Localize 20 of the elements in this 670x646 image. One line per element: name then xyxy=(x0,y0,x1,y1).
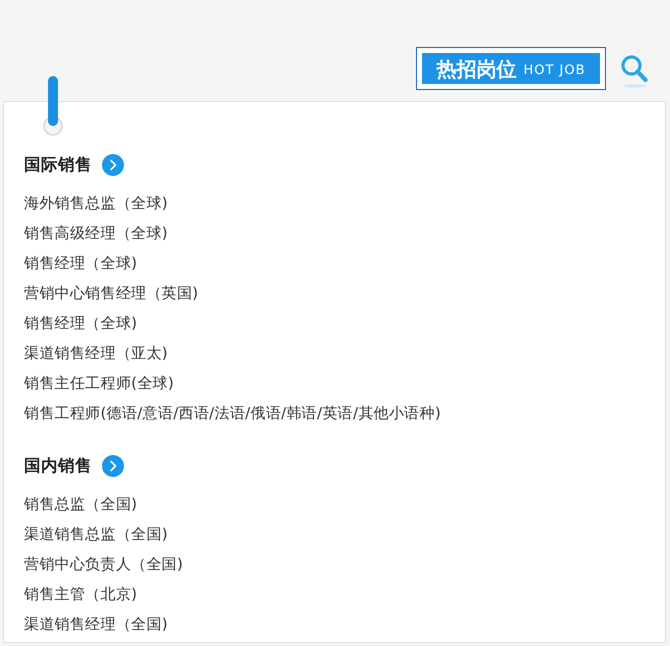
banner-subtitle: HOT JOB xyxy=(523,64,586,76)
chevron-circle-icon[interactable] xyxy=(102,455,124,477)
job-link[interactable]: 销售主任工程师(全球) xyxy=(24,368,174,398)
job-link[interactable]: 海外销售总监（全球) xyxy=(24,188,168,218)
job-link[interactable]: 渠道销售总监（全国) xyxy=(24,519,168,549)
banner-title: 热招岗位 xyxy=(436,58,516,78)
job-link[interactable]: 销售总监（全国) xyxy=(24,489,138,519)
job-link[interactable]: 销售主管（北京) xyxy=(24,579,138,609)
job-link[interactable]: 营销中心负责人（全国) xyxy=(24,549,184,579)
job-link[interactable]: 销售高级经理（全球) xyxy=(24,218,168,248)
section-title: 国内销售 xyxy=(24,455,92,477)
section-title: 国际销售 xyxy=(24,154,92,176)
job-link[interactable]: 销售工程师(德语/意语/西语/法语/俄语/韩语/英语/其他小语种) xyxy=(24,398,441,428)
job-link[interactable]: 渠道销售经理（亚太) xyxy=(24,338,168,368)
job-link[interactable]: 营销中心销售经理（英国) xyxy=(24,278,198,308)
job-link[interactable]: 销售经理（全球) xyxy=(24,248,138,278)
job-link[interactable]: 渠道销售经理（全国) xyxy=(24,609,168,639)
search-icon[interactable] xyxy=(620,54,650,88)
job-link[interactable]: 销售经理（全球) xyxy=(24,308,138,338)
chevron-circle-icon[interactable] xyxy=(102,154,124,176)
